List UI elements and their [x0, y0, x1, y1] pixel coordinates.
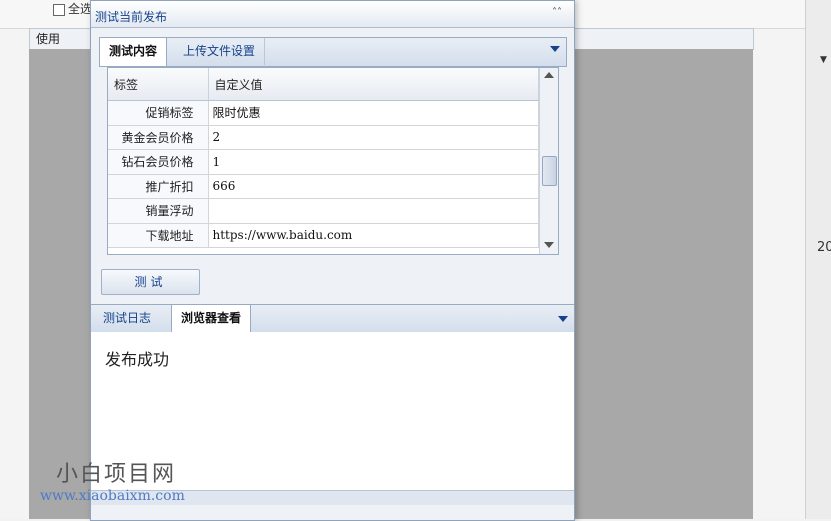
grid-scrollbar[interactable]	[539, 68, 558, 254]
scroll-thumb[interactable]	[542, 156, 557, 186]
table-row[interactable]: 促销标签 限时优惠	[108, 100, 539, 126]
tab-test-log[interactable]: 测试日志	[94, 305, 160, 332]
watermark-name: 小白项目网	[56, 462, 177, 487]
dialog-title-bar[interactable]: 测试当前发布 ˄˄	[91, 1, 574, 28]
table-row[interactable]: 推广折扣 666	[108, 174, 539, 199]
tab-browser-view[interactable]: 浏览器查看	[171, 305, 252, 332]
table-row[interactable]: 钻石会员价格 1	[108, 149, 539, 175]
row-label: 推广折扣	[108, 174, 209, 199]
tab-menu-icon[interactable]	[558, 316, 568, 322]
scroll-up-icon[interactable]	[544, 72, 554, 78]
row-label: 黄金会员价格	[108, 125, 209, 150]
grid-header-label: 标签	[108, 68, 209, 101]
test-publish-dialog: 测试当前发布 ˄˄ 测试内容 上传文件设置 标签 自定义值 促销标签 限时优惠 …	[90, 0, 575, 521]
right-panel	[805, 0, 831, 519]
tab-test-content[interactable]: 测试内容	[100, 38, 168, 66]
watermark-url: www.xiaobaixm.com	[40, 488, 185, 504]
row-label: 下载地址	[108, 223, 209, 248]
dialog-title: 测试当前发布	[95, 10, 168, 24]
row-value[interactable]	[208, 198, 539, 224]
column-header-use[interactable]: 使用	[36, 30, 60, 47]
row-label: 钻石会员价格	[108, 149, 209, 175]
chevron-down-icon[interactable]: ▼	[820, 55, 827, 65]
row-value[interactable]: https://www.baidu.com	[208, 223, 539, 248]
row-value[interactable]: 666	[208, 174, 539, 199]
row-label: 促销标签	[108, 100, 209, 126]
right-panel-text: 20	[817, 240, 831, 255]
test-button[interactable]: 测试	[101, 269, 200, 295]
log-message: 发布成功	[105, 350, 170, 369]
grid-header-value: 自定义值	[208, 68, 539, 101]
select-all-checkbox[interactable]	[53, 4, 65, 16]
content-tabbar: 测试内容 上传文件设置	[99, 37, 567, 67]
custom-value-grid: 标签 自定义值 促销标签 限时优惠 黄金会员价格 2 钻石会员价格 1 推广折扣…	[107, 67, 559, 255]
table-row[interactable]: 下载地址 https://www.baidu.com	[108, 223, 539, 248]
row-value[interactable]: 1	[208, 149, 539, 175]
tab-upload-settings[interactable]: 上传文件设置	[174, 38, 266, 65]
log-tabbar: 测试日志 浏览器查看	[91, 304, 574, 333]
table-row[interactable]: 黄金会员价格 2	[108, 125, 539, 150]
tab-menu-icon[interactable]	[550, 46, 560, 52]
row-value[interactable]: 2	[208, 125, 539, 150]
row-value[interactable]: 限时优惠	[208, 100, 539, 126]
select-all-label: 全选	[68, 2, 93, 16]
collapse-icon[interactable]: ˄˄	[552, 7, 562, 18]
table-row[interactable]: 销量浮动	[108, 198, 539, 224]
row-label: 销量浮动	[108, 198, 209, 224]
scroll-down-icon[interactable]	[544, 242, 554, 248]
